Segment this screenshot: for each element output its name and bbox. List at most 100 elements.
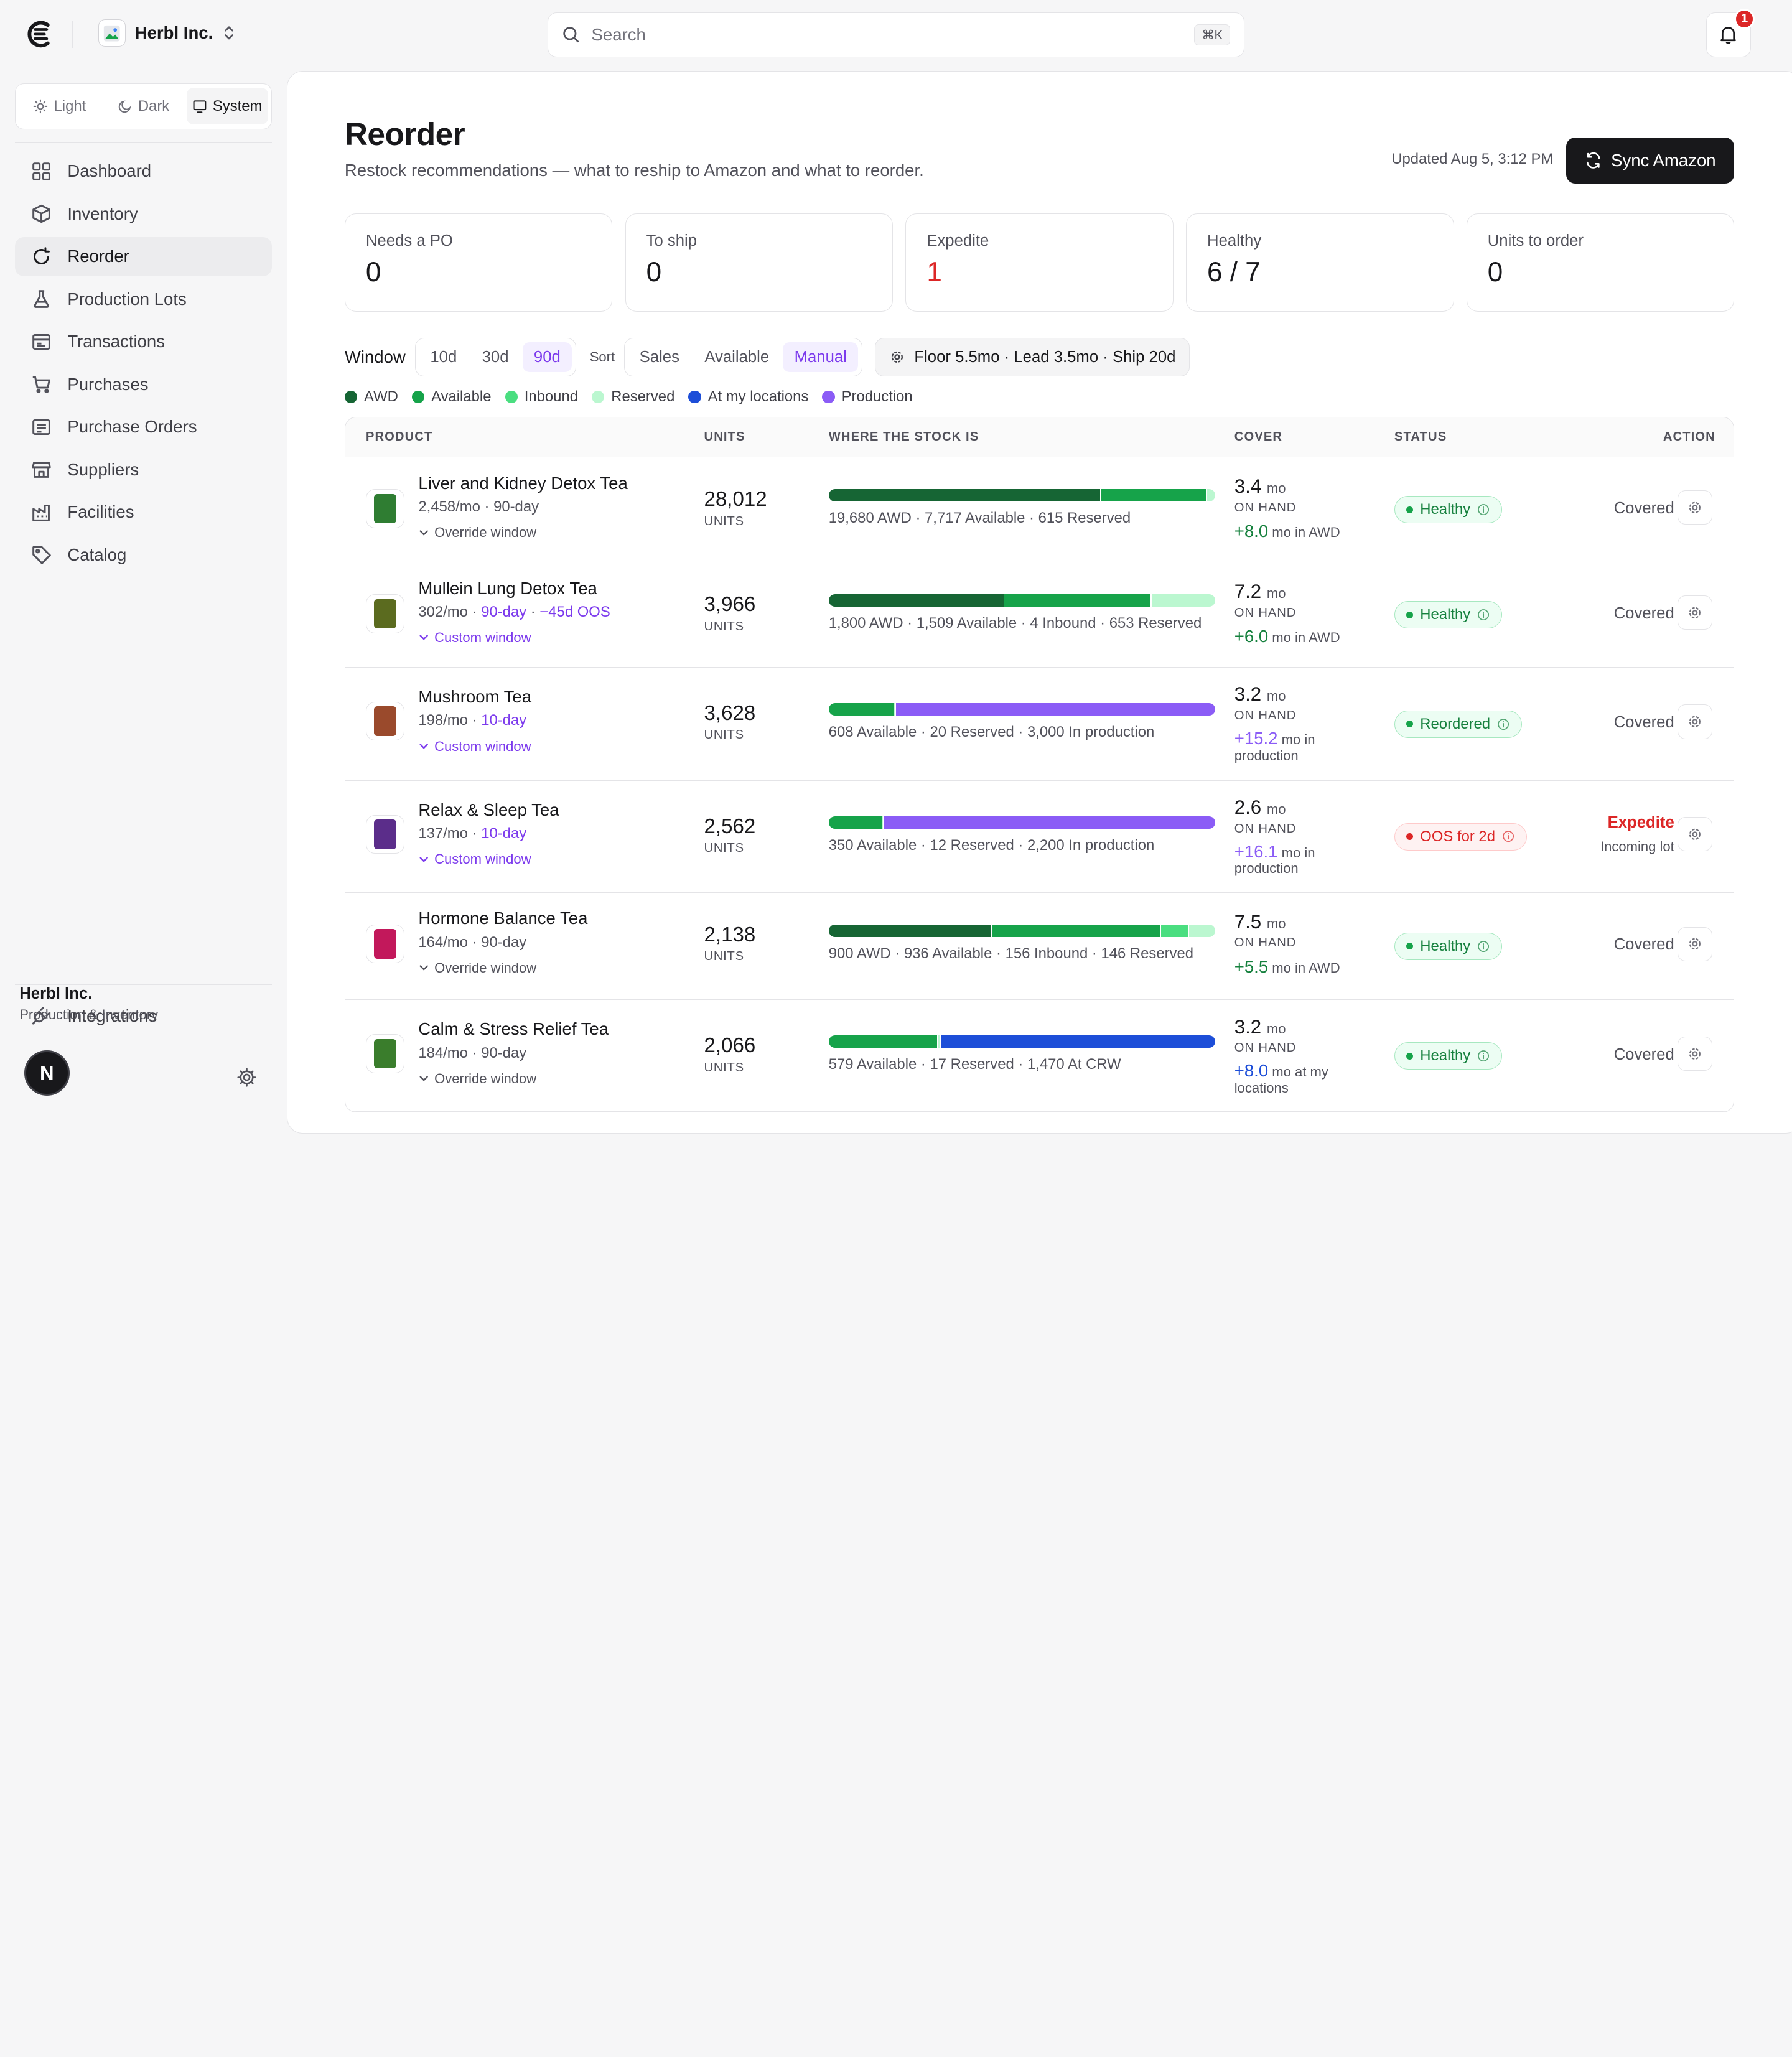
search-input[interactable] — [591, 25, 1195, 45]
stock-segment-awd — [828, 925, 992, 938]
stock-bar[interactable] — [828, 816, 1215, 829]
sidebar-item-facilities[interactable]: Facilities — [15, 493, 272, 531]
stock-bar[interactable] — [828, 702, 1215, 716]
stat-card-healthy[interactable]: Healthy 6 / 7 — [1185, 213, 1454, 312]
sidebar-item-production-lots[interactable]: Production Lots — [15, 280, 272, 319]
factory-icon — [32, 504, 50, 521]
sort-manual-button[interactable]: Manual — [783, 342, 859, 372]
row-settings-button[interactable] — [1678, 595, 1712, 630]
status-label: Healthy — [1420, 501, 1471, 518]
window-10d-button[interactable]: 10d — [419, 342, 469, 372]
sidebar-item-purchases[interactable]: Purchases — [15, 365, 272, 404]
product-name[interactable]: Liver and Kidney Detox Tea — [418, 473, 627, 493]
status-badge[interactable]: Healthy — [1394, 496, 1502, 524]
window-override-link[interactable]: Custom window — [418, 630, 531, 646]
stock-bar[interactable] — [828, 925, 1215, 938]
theme-system-button[interactable]: System — [186, 88, 268, 125]
user-settings-button[interactable] — [236, 1067, 257, 1093]
row-settings-button[interactable] — [1678, 926, 1712, 961]
table-row[interactable]: Calm & Stress Relief Tea 184/mo · 90-day O… — [345, 1000, 1734, 1112]
row-settings-button[interactable] — [1678, 704, 1712, 739]
table-row[interactable]: Relax & Sleep Tea 137/mo · 10-day Custom w… — [345, 781, 1734, 893]
legend-label: Production — [841, 388, 913, 405]
avatar[interactable]: N — [24, 1050, 70, 1096]
planning-settings-button[interactable]: Floor 5.5mo · Lead 3.5mo · Ship 20d — [874, 337, 1190, 377]
rate-window: 90-day — [481, 603, 527, 620]
theme-light-button[interactable]: Light — [19, 88, 100, 124]
window-90d-button[interactable]: 90d — [522, 342, 572, 372]
theme-dark-button[interactable]: Dark — [103, 88, 184, 124]
legend-item-reserved: Reserved — [592, 388, 674, 406]
status-dot — [1406, 611, 1414, 618]
extra-cover-value: +15.2 — [1234, 728, 1278, 748]
sidebar-item-purchase-orders[interactable]: Purchase Orders — [15, 408, 272, 446]
sort-sales-button[interactable]: Sales — [628, 342, 691, 372]
stat-card-to-ship[interactable]: To ship 0 — [625, 213, 894, 312]
stat-card-units-to-order[interactable]: Units to order 0 — [1466, 213, 1735, 312]
sidebar-item-transactions[interactable]: Transactions — [15, 322, 272, 361]
product-name[interactable]: Relax & Sleep Tea — [418, 800, 559, 820]
notifications-button[interactable]: 1 — [1706, 8, 1755, 57]
sidebar-item-reorder[interactable]: Reorder — [14, 237, 273, 276]
legend-item-at-locations: At my locations — [688, 388, 808, 406]
status-badge[interactable]: Healthy — [1394, 1042, 1502, 1070]
org-switcher[interactable]: Herbl Inc. — [98, 19, 236, 47]
stat-card-expedite[interactable]: Expedite 1 — [905, 213, 1174, 312]
status-badge[interactable]: OOS for 2d — [1394, 823, 1527, 851]
stat-label: Expedite — [926, 232, 989, 250]
sidebar-item-suppliers[interactable]: Suppliers — [15, 450, 272, 489]
window-override-link[interactable]: Custom window — [418, 851, 531, 867]
sidebar-item-inventory[interactable]: Inventory — [15, 195, 272, 233]
row-settings-button[interactable] — [1678, 817, 1712, 852]
stock-segment-production — [883, 816, 1215, 829]
table-row[interactable]: Hormone Balance Tea 164/mo · 90-day Overri… — [345, 893, 1734, 1001]
product-thumbnail — [365, 925, 405, 964]
status-label: Healthy — [1420, 937, 1471, 954]
window-label: Window — [344, 347, 406, 367]
column-header-cover[interactable]: COVER — [1234, 430, 1282, 444]
status-badge[interactable]: Healthy — [1394, 601, 1502, 629]
product-name[interactable]: Hormone Balance Tea — [418, 908, 587, 928]
sync-amazon-button[interactable]: Sync Amazon — [1566, 138, 1735, 184]
stat-card-needs-po[interactable]: Needs a PO 0 — [344, 213, 613, 312]
stock-segment-inbound — [1160, 925, 1189, 938]
cart-icon — [32, 376, 50, 394]
window-30d-button[interactable]: 30d — [470, 342, 520, 372]
action-text: Covered — [1613, 604, 1674, 622]
app-logo-icon[interactable] — [25, 19, 55, 49]
sidebar: Light Dark System Dashboard Inventory Re… — [0, 71, 287, 1120]
product-name[interactable]: Mullein Lung Detox Tea — [418, 579, 597, 599]
column-header-product[interactable]: PRODUCT — [366, 430, 433, 444]
window-override-link[interactable]: Override window — [418, 960, 536, 976]
column-header-units[interactable]: UNITS — [704, 430, 745, 444]
product-name[interactable]: Calm & Stress Relief Tea — [418, 1019, 609, 1039]
table-row[interactable]: Mushroom Tea 198/mo · 10-day Custom window… — [345, 668, 1734, 781]
stock-bar[interactable] — [828, 594, 1215, 607]
theme-dark-label: Dark — [138, 97, 170, 114]
row-settings-button[interactable] — [1678, 1036, 1712, 1071]
user-info[interactable]: Herbl Inc. Production & Inventory — [19, 985, 158, 1023]
search-box[interactable]: ⌘K — [547, 12, 1245, 57]
chevron-down-icon — [419, 529, 429, 536]
oos-note: −45d OOS — [539, 603, 610, 620]
status-badge[interactable]: Reordered — [1394, 710, 1522, 738]
action-text[interactable]: Expedite — [1608, 814, 1674, 832]
column-header-status[interactable]: STATUS — [1394, 430, 1447, 444]
table-row[interactable]: Liver and Kidney Detox Tea 2,458/mo · 90-… — [345, 457, 1734, 562]
cover-value: 2.6 mo — [1234, 796, 1286, 819]
flask-icon — [33, 290, 49, 309]
cover-number: 7.5 — [1234, 910, 1262, 933]
stock-bar[interactable] — [828, 1035, 1215, 1048]
stock-bar[interactable] — [828, 489, 1215, 502]
sidebar-item-dashboard[interactable]: Dashboard — [15, 152, 272, 190]
window-override-link[interactable]: Custom window — [418, 739, 531, 755]
sort-available-button[interactable]: Available — [693, 342, 781, 372]
status-badge[interactable]: Healthy — [1394, 932, 1502, 960]
sidebar-item-catalog[interactable]: Catalog — [15, 536, 272, 574]
window-override-link[interactable]: Override window — [418, 525, 536, 541]
row-settings-button[interactable] — [1678, 490, 1712, 525]
stock-segment-available — [991, 925, 1160, 938]
window-override-link[interactable]: Override window — [418, 1071, 536, 1087]
product-name[interactable]: Mushroom Tea — [418, 687, 531, 707]
table-row[interactable]: Mullein Lung Detox Tea 302/mo · 90-day · … — [345, 562, 1734, 668]
